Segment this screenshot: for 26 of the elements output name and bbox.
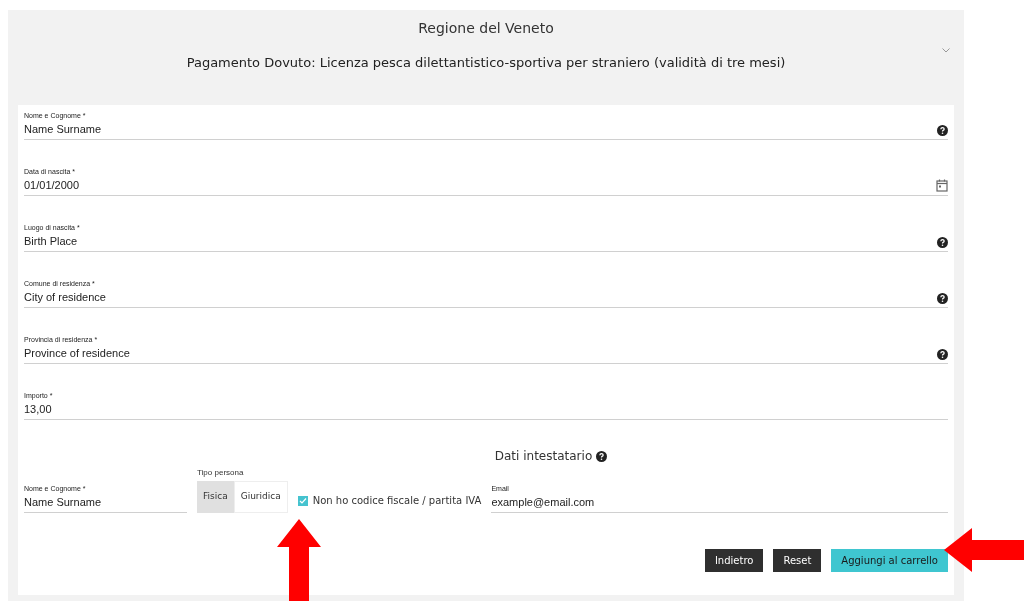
action-button[interactable]: Aggiungi al carrello: [831, 549, 948, 572]
help-icon: [937, 349, 948, 360]
person-type-tab[interactable]: Giuridica: [233, 481, 288, 513]
field-value: Birth Place: [24, 234, 79, 248]
region-title: Regione del Veneto: [418, 19, 554, 38]
field-value: City of residence: [24, 290, 107, 304]
field-value: Name Surname: [24, 495, 103, 509]
help-icon: [596, 450, 608, 462]
help-icon: [937, 237, 948, 248]
payment-title: Pagamento Dovuto: Licenza pesca dilettantistico-sportiva per straniero (validità di tre mesi): [186, 54, 786, 72]
checkbox[interactable]: [297, 495, 308, 506]
calendar-icon[interactable]: [936, 179, 948, 192]
chevron-down-icon[interactable]: [942, 48, 950, 53]
action-button[interactable]: Reset: [773, 549, 822, 572]
checkbox-label: Non ho codice fiscale / partita IVA: [312, 494, 482, 508]
field-value: 13,00: [24, 402, 53, 416]
field-label: Tipo persona: [197, 467, 245, 479]
field-value: example@email.com: [491, 495, 596, 509]
section-heading: Dati intestatario: [494, 448, 593, 465]
person-type-tab[interactable]: Fisica: [197, 481, 234, 513]
field-value: Province of residence: [24, 346, 131, 360]
help-icon: [937, 293, 948, 304]
action-button[interactable]: Indietro: [704, 549, 764, 572]
help-icon: [937, 125, 948, 136]
field-value: Name Surname: [24, 122, 103, 136]
field-value: 01/01/2000: [24, 178, 81, 192]
